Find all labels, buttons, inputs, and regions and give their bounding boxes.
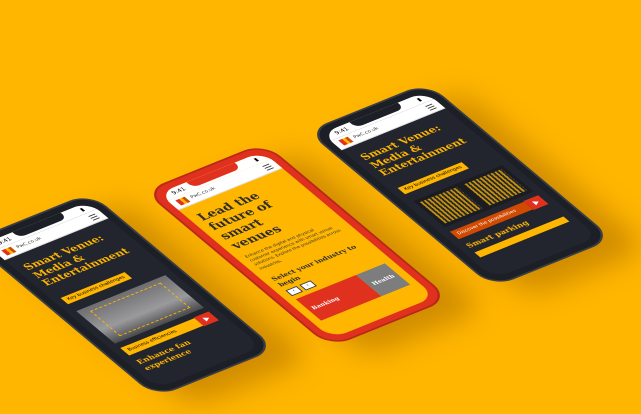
next-arrow-icon[interactable]: › — [299, 280, 318, 291]
menu-icon[interactable] — [87, 213, 100, 221]
pwc-logo — [1, 246, 17, 256]
prev-arrow-icon[interactable]: ‹ — [285, 285, 304, 297]
map-block — [419, 187, 483, 224]
battery-icon: ▮ — [77, 206, 87, 213]
menu-icon[interactable] — [261, 163, 274, 171]
pwc-logo — [175, 196, 191, 206]
pwc-logo — [338, 136, 354, 146]
battery-icon: ▮ — [414, 96, 424, 103]
map-block — [464, 169, 527, 206]
battery-icon: ▮ — [251, 156, 261, 163]
menu-icon[interactable] — [424, 103, 437, 111]
